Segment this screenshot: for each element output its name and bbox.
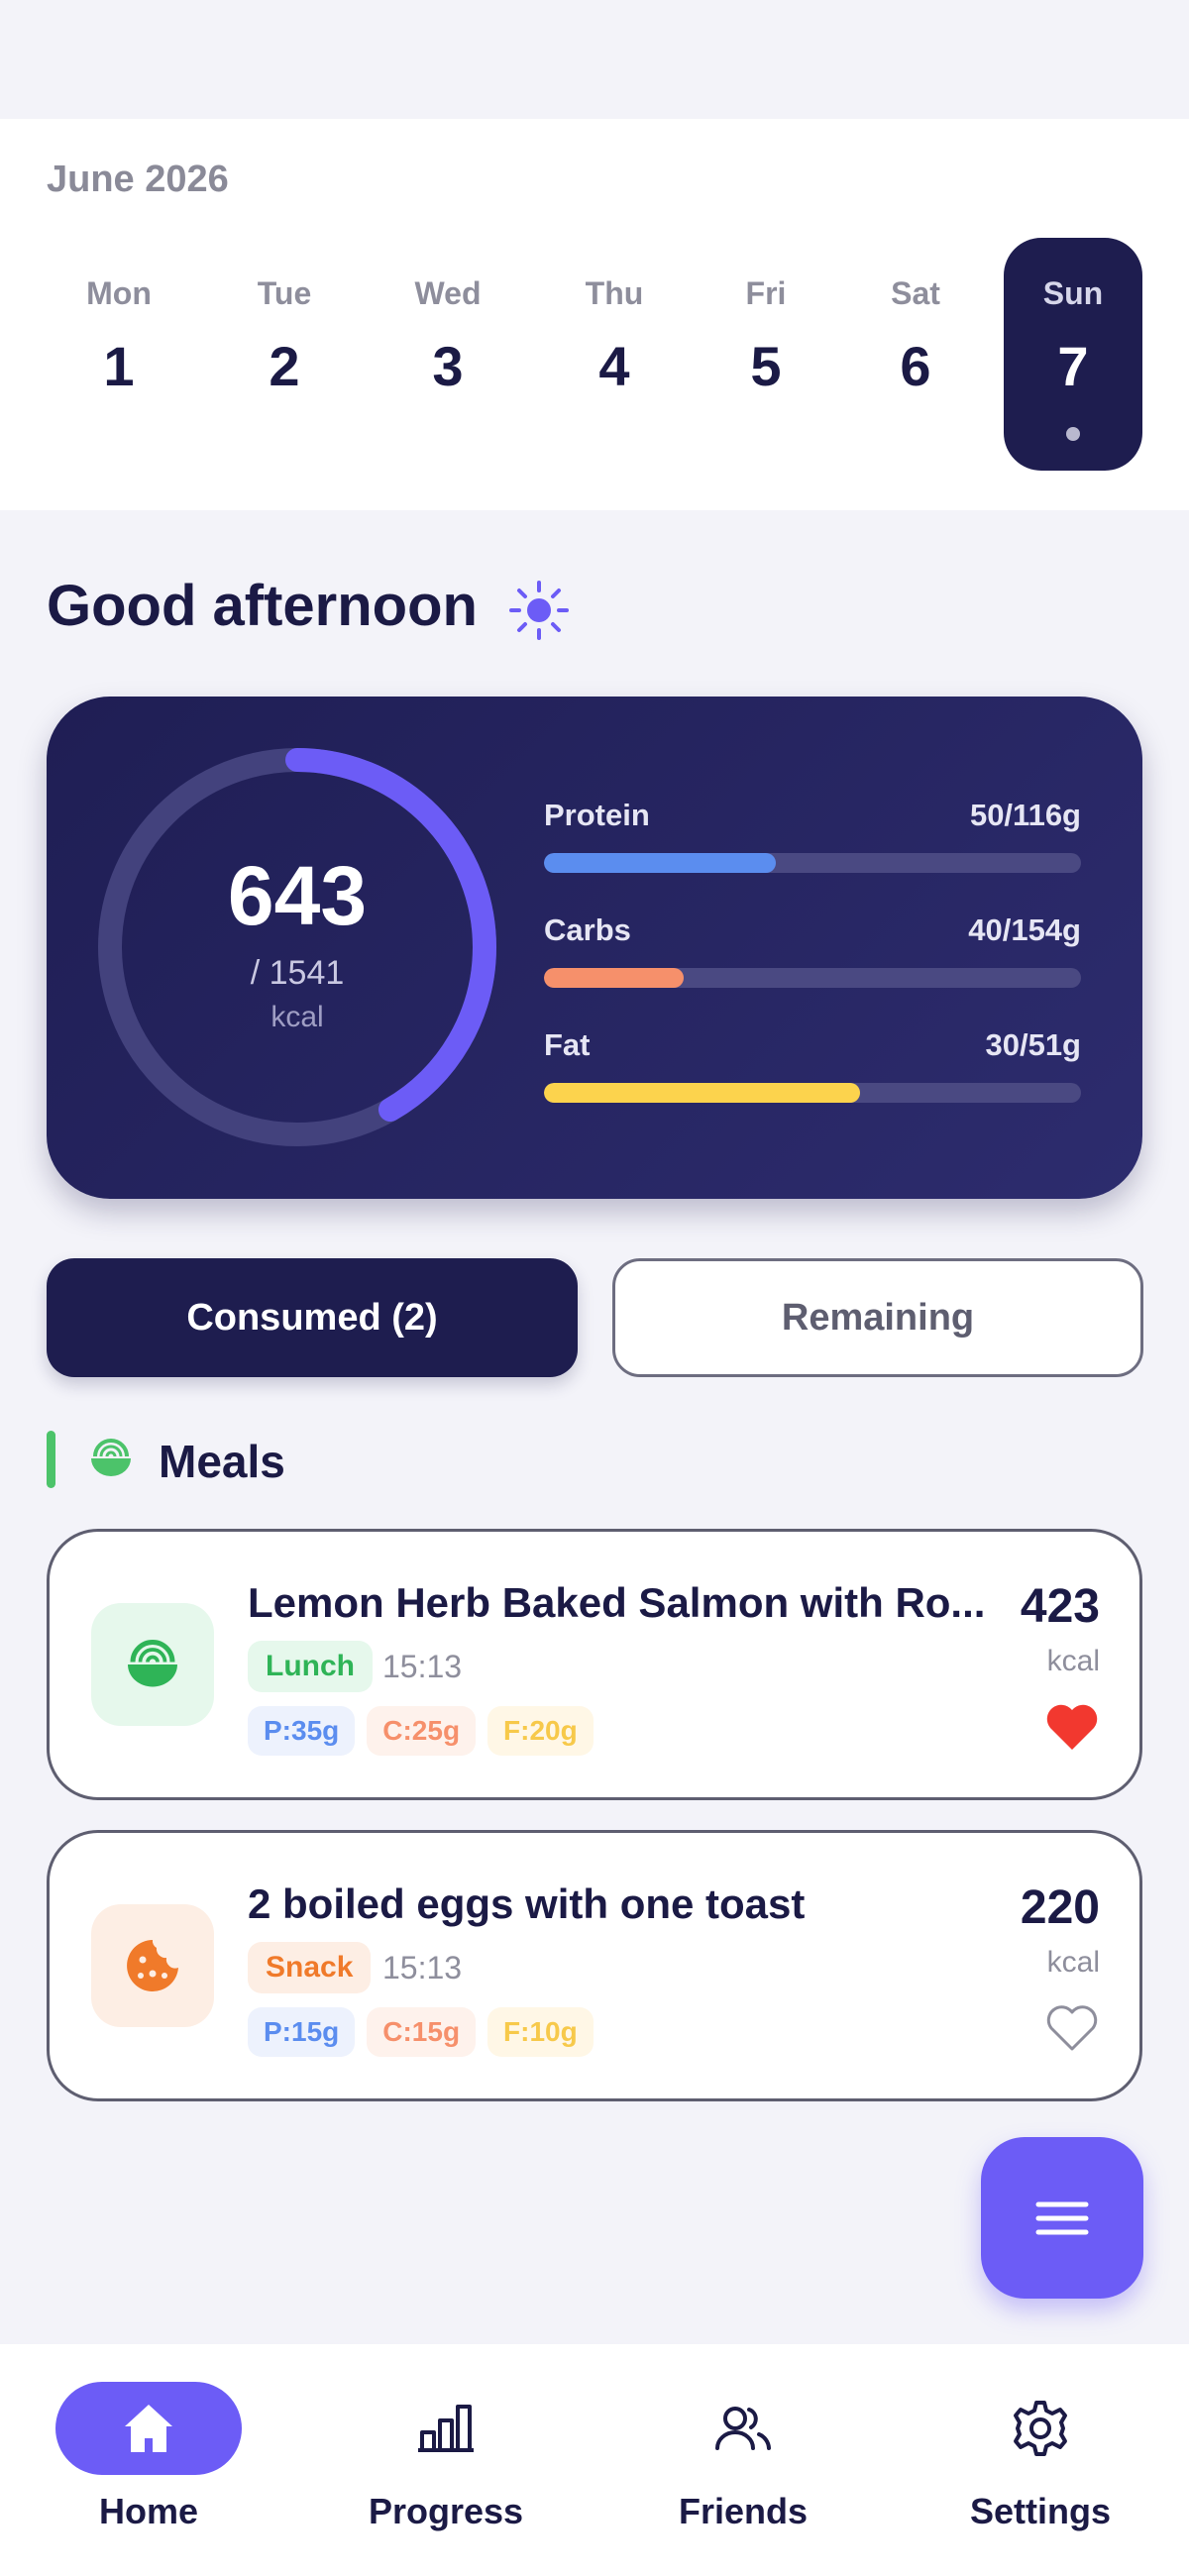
macro-carbs: Carbs 40/154g [544,912,1081,988]
day-of-week: Thu [585,275,644,311]
fat-chip: F:20g [487,1706,594,1756]
section-accent-bar [47,1431,55,1488]
day-of-week: Tue [257,275,312,311]
bar-chart-icon [418,2405,474,2452]
day-number: 4 [598,335,630,397]
nav-label: Home [98,2491,199,2531]
macro-chips: P:15g C:15g F:10g [248,2007,594,2057]
macro-progress-fill [544,853,776,873]
calorie-ring-center: 643 / 1541 kcal [94,744,500,1150]
day-mon[interactable]: Mon 1 [50,238,188,471]
goal-kcal: / 1541 [250,954,345,992]
meal-name: Lemon Herb Baked Salmon with Ro... [248,1579,986,1626]
meal-card[interactable]: 2 boiled eggs with one toast Snack 15:13… [47,1830,1142,2101]
macro-name: Protein [544,798,650,832]
day-of-week: Sat [891,275,940,311]
day-number: 7 [1057,335,1089,397]
menu-icon [1035,2201,1089,2235]
day-number: 1 [103,335,135,397]
day-sun-selected[interactable]: Sun 7 [1004,238,1142,471]
macro-value: 50/116g [969,798,1081,832]
macro-progress-track [544,968,1081,988]
macro-progress-fill [544,1083,860,1103]
meal-thumbnail [91,1603,214,1726]
kcal-unit: kcal [270,1001,324,1033]
cookie-icon [127,1940,178,1991]
macro-protein: Protein 50/116g [544,798,1081,873]
meal-name: 2 boiled eggs with one toast [248,1880,806,1927]
meal-kcal: 220 [1020,1881,1100,1934]
macro-progress-track [544,1083,1081,1103]
macro-progress-track [544,853,1081,873]
nav-label: Progress [368,2491,524,2531]
day-tue[interactable]: Tue 2 [215,238,354,471]
nav-friends[interactable]: Friends [594,2382,892,2532]
sun-icon [509,581,569,640]
meal-kcal-unit: kcal [1046,1946,1100,1979]
meal-time: 15:13 [382,1649,463,1684]
meal-card[interactable]: Lemon Herb Baked Salmon with Ro... Lunch… [47,1529,1142,1800]
meal-kcal: 423 [1020,1580,1100,1633]
nav-icon-slot [947,2382,1134,2475]
nav-label: Settings [969,2491,1111,2531]
meal-type-tag: Lunch [248,1641,373,1692]
day-of-week: Fri [745,275,787,311]
nav-label: Friends [678,2491,809,2531]
nav-icon-pill [55,2382,242,2475]
nav-home[interactable]: Home [0,2382,297,2532]
menu-fab[interactable] [981,2137,1143,2299]
bottom-nav: Home Progress Friends Settings [0,2344,1189,2576]
consumed-kcal: 643 [227,849,368,942]
macro-name: Fat [544,1027,591,1062]
day-number: 6 [900,335,931,397]
fat-chip: F:10g [487,2007,594,2057]
bowl-icon [128,1640,177,1687]
home-icon [125,2405,172,2452]
day-sat[interactable]: Sat 6 [846,238,985,471]
day-wed[interactable]: Wed 3 [378,238,517,471]
macro-value: 40/154g [968,912,1081,947]
users-icon [715,2407,771,2450]
nav-settings[interactable]: Settings [892,2382,1189,2532]
meal-type-tag: Snack [248,1942,372,1993]
nav-progress[interactable]: Progress [297,2382,594,2532]
heart-filled-icon[interactable] [1044,1702,1100,1752]
day-number: 5 [750,335,782,397]
tab-remaining[interactable]: Remaining [612,1258,1143,1377]
carbs-chip: C:25g [367,1706,477,1756]
nav-icon-slot [353,2382,539,2475]
macro-chips: P:35g C:25g F:20g [248,1706,594,1756]
meal-time: 15:13 [382,1950,463,1986]
day-thu[interactable]: Thu 4 [545,238,684,471]
macro-progress-fill [544,968,684,988]
day-of-week: Sun [1042,275,1104,311]
macro-name: Carbs [544,912,631,947]
macro-value: 30/51g [985,1027,1081,1062]
protein-chip: P:15g [248,2007,356,2057]
protein-chip: P:35g [248,1706,356,1756]
carbs-chip: C:15g [367,2007,477,2057]
tab-consumed[interactable]: Consumed (2) [47,1258,578,1377]
nav-icon-slot [650,2382,836,2475]
bowl-icon [91,1439,131,1476]
day-fri[interactable]: Fri 5 [697,238,835,471]
today-dot [1066,427,1080,441]
meals-title: Meals [159,1436,285,1487]
meal-kcal-unit: kcal [1046,1645,1100,1677]
day-of-week: Wed [414,275,482,311]
macro-fat: Fat 30/51g [544,1027,1081,1103]
day-of-week: Mon [86,275,152,311]
month-label: June 2026 [47,159,229,200]
day-number: 3 [432,335,464,397]
greeting-title: Good afternoon [47,574,478,638]
day-number: 2 [269,335,300,397]
gear-icon [1014,2401,1067,2456]
calorie-summary-card: 643 / 1541 kcal Protein 50/116g Carbs 40… [47,697,1142,1199]
heart-outline-icon[interactable] [1044,2003,1100,2053]
meal-thumbnail [91,1904,214,2027]
